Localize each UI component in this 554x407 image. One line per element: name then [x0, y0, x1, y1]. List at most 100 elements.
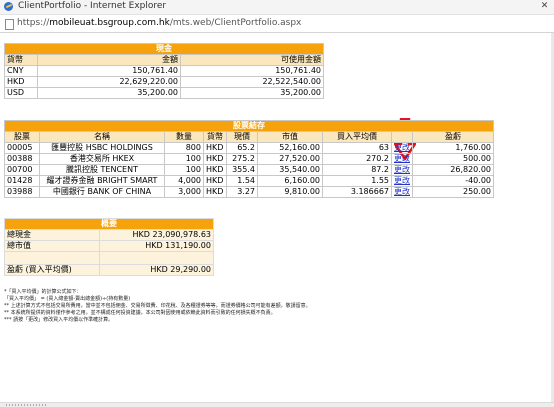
stock-currency: HKD	[203, 186, 227, 198]
footnote-line: 「買入平均價」 = (買入總金額-賣出總金額)÷(持有數量)	[4, 296, 131, 302]
close-button[interactable]: ✕	[539, 2, 550, 11]
stock-value: 6,160.00	[257, 175, 323, 187]
stock-name: 耀才證券金融 BRIGHT SMART	[39, 175, 165, 187]
stock-code: 00005	[4, 142, 40, 154]
url-path: /mts.web/ClientPortfolio.aspx	[169, 18, 302, 28]
footnote-line: ** 本系統所提供的資料僅作參考之用，並不構成任何投資建議，本公司對因使用或依賴…	[4, 310, 276, 316]
summary-label	[3, 251, 101, 265]
stock-avg-price: 87.2	[322, 164, 392, 176]
footnotes: *「買入平均價」的計算公式如下： 「買入平均價」 = (買入總金額-賣出總金額)…	[4, 289, 311, 324]
stock-value: 52,160.00	[257, 142, 323, 154]
stock-price: 3.27	[226, 186, 258, 198]
stock-qty: 800	[164, 142, 204, 154]
loading-dots-icon	[6, 404, 46, 406]
footnote-line: ** 上述計算方式不包括交易所費用，當中並不包括佣金、交易所徵費、印花稅、及各種…	[4, 303, 311, 309]
stock-currency: HKD	[203, 175, 227, 187]
cash-amount: 150,761.40	[37, 65, 181, 77]
cash-header: 貨幣	[4, 54, 38, 66]
status-bar	[0, 402, 554, 407]
window-titlebar: ClientPortfolio - Internet Explorer ✕	[0, 0, 554, 15]
stock-pnl: 500.00	[412, 153, 494, 165]
cash-currency: CNY	[4, 65, 38, 77]
table-row: 00388 香港交易所 HKEX 100 HKD 275.2 27,520.00…	[4, 153, 494, 165]
cash-currency: HKD	[4, 76, 38, 88]
cash-table: 現金 貨幣 金額 可使用金額 CNY 150,761.40 150,761.40…	[4, 43, 324, 99]
stock-qty: 4,000	[164, 175, 204, 187]
stock-avg-price: 63	[322, 142, 392, 154]
stock-code: 00388	[4, 153, 40, 165]
summary-value: HKD 23,090,978.63	[99, 229, 214, 241]
stock-code: 01428	[4, 175, 40, 187]
stock-avg-price: 270.2	[322, 153, 392, 165]
table-row: CNY 150,761.40 150,761.40	[4, 65, 324, 77]
stock-value: 27,520.00	[257, 153, 323, 165]
edit-link[interactable]: 更改	[394, 154, 410, 163]
stocks-header-value: 市值	[257, 131, 323, 143]
stock-name: 中國銀行 BANK OF CHINA	[39, 186, 165, 198]
stock-pnl: 1,760.00	[412, 142, 494, 154]
stock-currency: HKD	[203, 153, 227, 165]
stocks-header-currency: 貨幣	[203, 131, 227, 143]
cash-available: 150,761.40	[180, 65, 324, 77]
stock-qty: 100	[164, 164, 204, 176]
summary-label: 總現金	[3, 229, 101, 241]
table-row: 盈虧 (買入平均價) HKD 29,290.00	[3, 264, 214, 276]
url-prefix: https://	[17, 18, 50, 28]
stock-qty: 3,000	[164, 186, 204, 198]
internet-explorer-icon	[4, 2, 13, 11]
summary-value: HKD 29,290.00	[99, 264, 214, 276]
edit-link[interactable]: 更改	[394, 143, 410, 152]
table-row: 01428 耀才證券金融 BRIGHT SMART 4,000 HKD 1.54…	[4, 175, 494, 187]
cash-title: 現金	[4, 43, 324, 55]
stocks-header-qty: 數量	[164, 131, 204, 143]
stock-value: 9,810.00	[257, 186, 323, 198]
url-domain: mobileuat.bsgroup.com.hk	[49, 18, 170, 28]
address-bar[interactable]: https://mobileuat.bsgroup.com.hk/mts.web…	[0, 15, 554, 33]
stocks-header-pnl: 盈虧	[412, 131, 494, 143]
stock-qty: 100	[164, 153, 204, 165]
stock-avg-price: 1.55	[322, 175, 392, 187]
cash-header: 可使用金額	[180, 54, 324, 66]
edit-link[interactable]: 更改	[394, 165, 410, 174]
footnote-line: *** 請按「更改」修改買入平均價以作準確計算。	[4, 317, 114, 323]
stock-price: 355.4	[226, 164, 258, 176]
stocks-header-action	[391, 131, 413, 143]
cash-available: 35,200.00	[180, 87, 324, 99]
url-text[interactable]: https://mobileuat.bsgroup.com.hk/mts.web…	[17, 18, 301, 28]
edit-link[interactable]: 更改	[394, 176, 410, 185]
cash-available: 22,522,540.00	[180, 76, 324, 88]
stock-pnl: 26,820.00	[412, 164, 494, 176]
cash-currency: USD	[4, 87, 38, 99]
table-row: 總現金 HKD 23,090,978.63	[3, 229, 214, 241]
stocks-title: 股票結存	[4, 120, 494, 132]
stocks-header-code: 股票	[4, 131, 40, 143]
stock-code: 00700	[4, 164, 40, 176]
summary-title: 概要	[4, 218, 214, 230]
summary-label: 總市值	[3, 240, 101, 252]
stock-pnl: -40.00	[412, 175, 494, 187]
page-icon	[5, 19, 14, 30]
table-row: 03988 中國銀行 BANK OF CHINA 3,000 HKD 3.27 …	[4, 186, 494, 198]
stock-price: 275.2	[226, 153, 258, 165]
stock-avg-price: 3.186667	[322, 186, 392, 198]
stock-currency: HKD	[203, 164, 227, 176]
stock-name: 匯豐控股 HSBC HOLDINGS	[39, 142, 165, 154]
stock-value: 35,540.00	[257, 164, 323, 176]
window-title: ClientPortfolio - Internet Explorer	[18, 1, 167, 11]
stock-name: 騰訊控股 TENCENT	[39, 164, 165, 176]
cash-amount: 35,200.00	[37, 87, 181, 99]
stock-price: 65.2	[226, 142, 258, 154]
stock-pnl: 250.00	[412, 186, 494, 198]
page-content: 現金 貨幣 金額 可使用金額 CNY 150,761.40 150,761.40…	[0, 33, 554, 403]
cash-amount: 22,629,220.00	[37, 76, 181, 88]
stocks-header-name: 名稱	[39, 131, 165, 143]
edit-link[interactable]: 更改	[394, 187, 410, 196]
stock-price: 1.54	[226, 175, 258, 187]
stocks-header-row: 股票 名稱 數量 貨幣 現價 市值 買入平均價 盈虧	[4, 131, 494, 143]
stock-name: 香港交易所 HKEX	[39, 153, 165, 165]
stocks-header-avg: 買入平均價	[322, 131, 392, 143]
cash-header-row: 貨幣 金額 可使用金額	[4, 54, 324, 66]
summary-value: HKD 131,190.00	[99, 240, 214, 252]
table-row: 00005 匯豐控股 HSBC HOLDINGS 800 HKD 65.2 52…	[4, 142, 494, 154]
stock-code: 03988	[4, 186, 40, 198]
